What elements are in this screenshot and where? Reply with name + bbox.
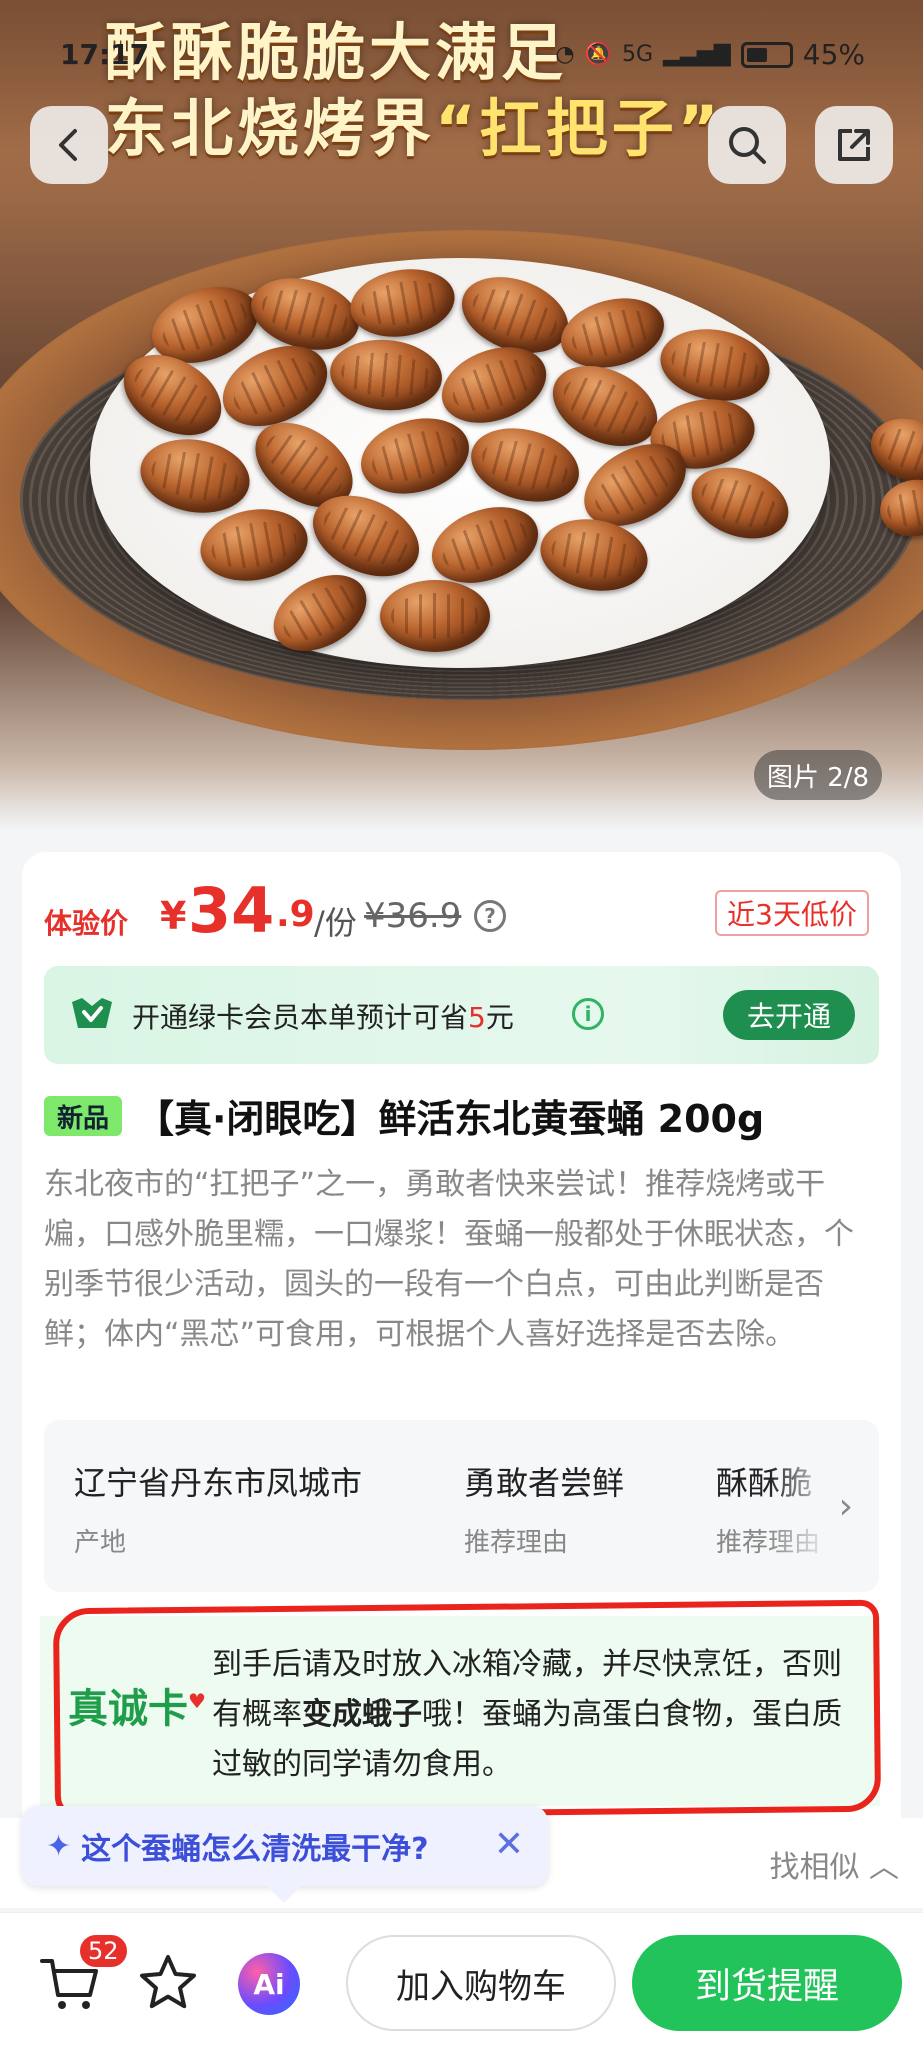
attribute-key: 推荐理由 <box>464 1528 569 1558</box>
info-icon[interactable]: i <box>572 998 604 1030</box>
price-integer: 34 <box>188 874 275 947</box>
share-icon <box>838 129 870 161</box>
search-button[interactable] <box>708 106 786 184</box>
open-membership-button[interactable]: 去开通 <box>723 990 855 1040</box>
find-similar-label: 找相似 <box>769 1850 860 1885</box>
network-label: 5G <box>622 42 654 67</box>
ai-question-tip[interactable]: ✦ 这个蚕蛹怎么清洗最干净? ✕ <box>22 1806 548 1886</box>
status-time: 17:17 <box>60 38 150 71</box>
sparkle-icon: ✦ <box>46 1828 72 1864</box>
price-currency: ¥ <box>160 894 187 938</box>
chevron-right-icon[interactable]: › <box>839 1486 853 1527</box>
member-promo-bar[interactable]: 开通绿卡会员本单预计可省5元 i 去开通 <box>44 966 879 1064</box>
chevron-left-icon <box>59 129 77 161</box>
ai-question: 这个蚕蛹怎么清洗最干净? <box>81 1832 429 1867</box>
wifi-icon: ◔ <box>555 42 575 67</box>
back-button[interactable] <box>30 106 108 184</box>
member-text-prefix: 开通绿卡会员本单预计可省 <box>132 1001 469 1034</box>
image-counter: 图片 2/8 <box>754 750 882 800</box>
product-title: 【真·闭眼吃】鲜活东北黄蚕蛹 200g <box>136 1097 765 1141</box>
signal-icon: ▂▃▅▇ <box>663 42 731 67</box>
member-promo-text: 开通绿卡会员本单预计可省5元 <box>132 996 514 1036</box>
attribute-value: 辽宁省丹东市凤城市 <box>74 1464 363 1502</box>
price-unit: /份 <box>314 904 357 942</box>
price-decimal: .9 <box>276 894 315 935</box>
chevron-up-icon: ︿ <box>869 1850 899 1885</box>
product-title-row: 新品 【真·闭眼吃】鲜活东北黄蚕蛹 200g <box>44 1088 879 1144</box>
member-save-amount: 5 <box>468 1001 486 1034</box>
original-price: ¥36.9 <box>364 896 462 936</box>
share-button[interactable] <box>815 106 893 184</box>
notify-arrival-button[interactable]: 到货提醒 <box>632 1935 902 2031</box>
annotation-outline <box>52 1599 882 1821</box>
attribute-reason: 勇敢者尝鲜 推荐理由 <box>464 1458 624 1559</box>
battery-icon <box>740 41 793 68</box>
status-bar: 17:17 ◔ 🔕 5G ▂▃▅▇ 45% <box>0 38 923 74</box>
search-icon <box>729 127 766 164</box>
ai-assistant-icon[interactable]: Ai <box>238 1953 300 2015</box>
green-card-logo-icon <box>72 998 112 1028</box>
banner-line-2-highlight: “扛把子” <box>435 92 723 165</box>
low-price-badge: 近3天低价 <box>715 890 869 936</box>
product-description: 东北夜市的“扛把子”之一，勇敢者快来尝试！推荐烧烤或干煸，口感外脆里糯，一口爆浆… <box>44 1167 854 1352</box>
price-row: 体验价 ¥ 34 .9 /份 ¥36.9 ? 近3天低价 <box>44 874 879 952</box>
member-text-suffix: 元 <box>485 1001 514 1034</box>
attribute-origin: 辽宁省丹东市凤城市 产地 <box>74 1458 362 1559</box>
attribute-value: 勇敢者尝鲜 <box>464 1464 625 1502</box>
attributes-panel[interactable]: 辽宁省丹东市凤城市 产地 勇敢者尝鲜 推荐理由 酥酥脆 推荐理由 › <box>44 1420 879 1592</box>
attributes-fade <box>769 1420 879 1592</box>
silkworm-pupa <box>380 580 490 652</box>
price-label: 体验价 <box>44 907 129 940</box>
battery-percent: 45% <box>802 38 865 71</box>
star-icon[interactable] <box>136 1951 200 2015</box>
bottom-action-bar: 52 Ai 加入购物车 到货提醒 <box>0 1912 923 2048</box>
banner-line-2-prefix: 东北烧烤界 <box>105 92 436 165</box>
help-icon[interactable]: ? <box>474 900 506 932</box>
close-icon[interactable]: ✕ <box>494 1824 524 1865</box>
find-similar-button[interactable]: 找相似 ︿ <box>769 1842 899 1886</box>
cart-count-badge: 52 <box>78 1933 129 1969</box>
attribute-key: 产地 <box>74 1528 127 1558</box>
add-to-cart-button[interactable]: 加入购物车 <box>346 1935 616 2031</box>
mute-icon: 🔕 <box>584 42 613 67</box>
status-right: ◔ 🔕 5G ▂▃▅▇ 45% <box>555 38 865 71</box>
new-product-tag: 新品 <box>44 1096 122 1136</box>
banner-line-2: 东北烧烤界“扛把子” <box>105 78 723 168</box>
